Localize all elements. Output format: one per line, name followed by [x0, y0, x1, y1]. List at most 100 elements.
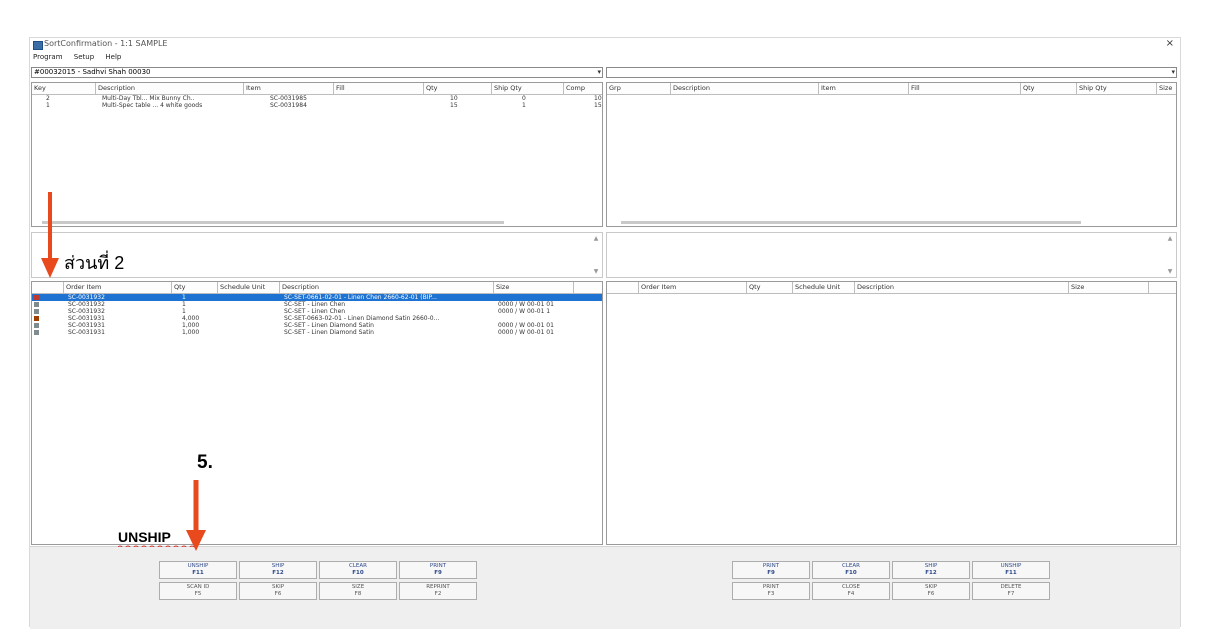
- col-item[interactable]: Item: [819, 83, 909, 94]
- print-button[interactable]: PRINT F3: [732, 582, 810, 600]
- cell-description: SC-SET - Linen Diamond Satin: [284, 329, 374, 336]
- button-shortcut: F9: [767, 570, 775, 576]
- col-schedule-unit[interactable]: Schedule Unit: [793, 282, 855, 293]
- button-label: SIZE: [351, 584, 365, 590]
- reprint-button[interactable]: REPRINT F2: [399, 582, 477, 600]
- col-ship-qty[interactable]: Ship Qty: [1077, 83, 1157, 94]
- table-row[interactable]: SC-0031932 1 SC-SET-0661-02-01 - Linen Che…: [32, 294, 602, 301]
- size-button[interactable]: SIZE F8: [319, 582, 397, 600]
- chevron-down-icon[interactable]: ▾: [1171, 68, 1175, 77]
- order-grid-left[interactable]: Order Item Qty Schedule Unit Description…: [31, 281, 603, 545]
- chevron-down-icon[interactable]: ▾: [597, 68, 601, 77]
- horizontal-scrollbar[interactable]: [42, 221, 504, 224]
- col-qty[interactable]: Qty: [1021, 83, 1077, 94]
- print-button[interactable]: PRINT F9: [399, 561, 477, 579]
- close-button[interactable]: CLOSE F4: [812, 582, 890, 600]
- horizontal-scrollbar[interactable]: [621, 221, 1081, 224]
- right-combo[interactable]: ▾: [606, 67, 1177, 78]
- col-description[interactable]: Description: [671, 83, 819, 94]
- delete-button[interactable]: DELETE F7: [972, 582, 1050, 600]
- skip-button[interactable]: SKIP F6: [239, 582, 317, 600]
- table-row[interactable]: SC-0031931 4,000 SC-SET-0663-02-01 - Linen…: [32, 315, 602, 322]
- button-label: CLEAR: [842, 563, 860, 569]
- clear-button[interactable]: CLEAR F10: [812, 561, 890, 579]
- cell-qty: 1: [182, 308, 186, 315]
- col-icon[interactable]: [607, 282, 639, 293]
- menu-bar: Program Setup Help: [30, 53, 1180, 64]
- row-status-icon: [34, 316, 39, 321]
- cell-description: SC-SET - Linen Diamond Satin: [284, 322, 374, 329]
- table-row[interactable]: SC-0031932 1 SC-SET - Linen Chen 0000 / W 0…: [32, 308, 602, 315]
- button-shortcut: F7: [1007, 591, 1015, 597]
- app-icon: [33, 41, 43, 50]
- cell-order-item: SC-0031932: [68, 308, 105, 315]
- col-qty[interactable]: Qty: [172, 282, 218, 293]
- order-grid-right[interactable]: Order Item Qty Schedule Unit Description…: [606, 281, 1177, 545]
- scroll-up-icon[interactable]: ▲: [592, 235, 600, 242]
- table-row[interactable]: 2 Multi-Day Tbl... Mix Bunny Ch.. SC-003…: [32, 95, 602, 102]
- unship-button[interactable]: UNSHIP F11: [972, 561, 1050, 579]
- col-schedule-unit[interactable]: Schedule Unit: [218, 282, 280, 293]
- col-item[interactable]: Item: [244, 83, 334, 94]
- step-label: 5.: [197, 452, 213, 473]
- header-grid-left[interactable]: Key Description Item Fill Qty Ship Qty C…: [31, 82, 603, 227]
- col-qty[interactable]: Qty: [424, 83, 492, 94]
- col-size[interactable]: Size: [494, 282, 574, 293]
- button-shortcut: F8: [354, 591, 362, 597]
- col-fill[interactable]: Fill: [909, 83, 1021, 94]
- table-row[interactable]: SC-0031931 1,000 SC-SET - Linen Diamond Sa…: [32, 322, 602, 329]
- menu-setup[interactable]: Setup: [74, 53, 94, 61]
- col-description[interactable]: Description: [280, 282, 494, 293]
- col-ship-qty[interactable]: Ship Qty: [492, 83, 564, 94]
- col-icon[interactable]: [32, 282, 64, 293]
- col-size[interactable]: Size: [1069, 282, 1149, 293]
- order-combo-value: #00032015 - Sadhvi Shah 00030: [34, 68, 151, 76]
- clear-button[interactable]: CLEAR F10: [319, 561, 397, 579]
- cell-size: 0000 / W 00-01 01: [498, 322, 554, 329]
- col-extra[interactable]: [1149, 282, 1176, 293]
- button-label: UNSHIP: [1000, 563, 1022, 569]
- notes-pane-right[interactable]: ▲ ▼: [606, 232, 1177, 278]
- unship-button[interactable]: UNSHIP F11: [159, 561, 237, 579]
- col-order-item[interactable]: Order Item: [639, 282, 747, 293]
- order-combo[interactable]: #00032015 - Sadhvi Shah 00030 ▾: [31, 67, 603, 78]
- cell-qty: 15: [450, 102, 458, 109]
- close-icon[interactable]: ×: [1166, 38, 1174, 49]
- header-grid-right[interactable]: Grp Description Item Fill Qty Ship Qty S…: [606, 82, 1177, 227]
- cell-description: SC-SET - Linen Chen: [284, 301, 346, 308]
- col-grp[interactable]: Grp: [607, 83, 671, 94]
- skip-button[interactable]: SKIP F6: [892, 582, 970, 600]
- col-extra[interactable]: [574, 282, 602, 293]
- button-label: PRINT: [429, 563, 447, 569]
- button-label: CLEAR: [349, 563, 367, 569]
- menu-program[interactable]: Program: [33, 53, 63, 61]
- col-description[interactable]: Description: [96, 83, 244, 94]
- col-description[interactable]: Description: [855, 282, 1069, 293]
- menu-help[interactable]: Help: [105, 53, 121, 61]
- col-fill[interactable]: Fill: [334, 83, 424, 94]
- ship-button[interactable]: SHIP F12: [239, 561, 317, 579]
- cell-item: SC-0031984: [270, 102, 307, 109]
- table-row[interactable]: SC-0031931 1,000 SC-SET - Linen Diamond Sa…: [32, 329, 602, 336]
- col-key[interactable]: Key: [32, 83, 96, 94]
- button-label: UNSHIP: [187, 563, 209, 569]
- button-shortcut: F2: [434, 591, 442, 597]
- grid-header: Order Item Qty Schedule Unit Description…: [32, 282, 602, 294]
- cell-description: SC-SET - Linen Chen: [284, 308, 346, 315]
- table-row[interactable]: 1 Multi-Spec table ... 4 white goods SC-…: [32, 102, 602, 109]
- col-size[interactable]: Size: [1157, 83, 1176, 94]
- col-qty[interactable]: Qty: [747, 282, 793, 293]
- cell-ship-qty: 1: [522, 102, 526, 109]
- print-button[interactable]: PRINT F9: [732, 561, 810, 579]
- cell-qty: 10: [450, 95, 458, 102]
- col-comp[interactable]: Comp: [564, 83, 602, 94]
- scroll-down-icon[interactable]: ▼: [1166, 268, 1174, 275]
- title-bar: SortConfirmation - 1:1 SAMPLE ×: [30, 38, 1180, 52]
- row-status-icon: [34, 302, 39, 307]
- ship-button[interactable]: SHIP F12: [892, 561, 970, 579]
- scan-id-button[interactable]: SCAN ID F5: [159, 582, 237, 600]
- col-order-item[interactable]: Order Item: [64, 282, 172, 293]
- scroll-up-icon[interactable]: ▲: [1166, 235, 1174, 242]
- table-row[interactable]: SC-0031932 1 SC-SET - Linen Chen 0000 / W 0…: [32, 301, 602, 308]
- scroll-down-icon[interactable]: ▼: [592, 268, 600, 275]
